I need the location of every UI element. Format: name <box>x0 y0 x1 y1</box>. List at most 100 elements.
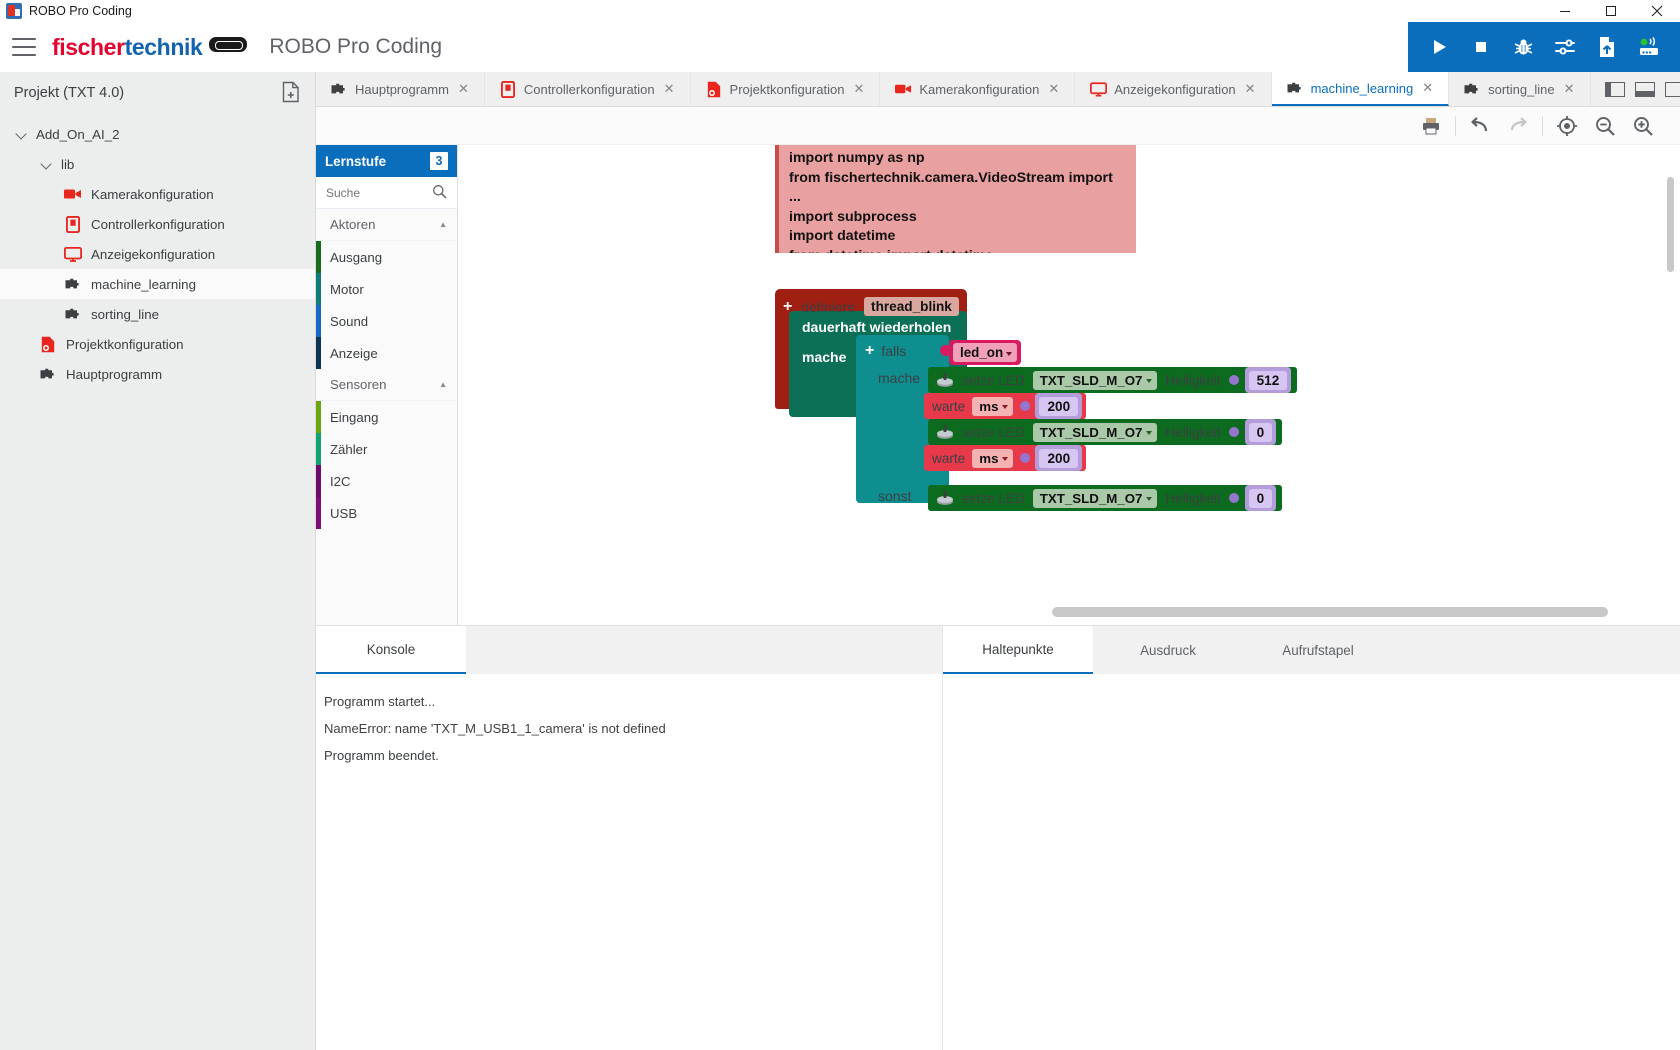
chevron-down-icon[interactable] <box>14 126 30 142</box>
menu-hamburger-icon[interactable] <box>12 38 36 56</box>
tree-item-projektkonfiguration[interactable]: Projektkonfiguration <box>0 329 315 359</box>
zoom-in-button[interactable] <box>1624 111 1662 141</box>
set-led-block[interactable]: setze LED TXT_SLD_M_O7 Helligkeit 512 <box>928 367 1298 393</box>
tab-haltepunkte[interactable]: Haltepunkte <box>943 626 1093 674</box>
toolbox-item-motor[interactable]: Motor <box>316 273 457 305</box>
wait-block[interactable]: warte ms 200 <box>924 393 1087 419</box>
tree-item-kamerakonfiguration[interactable]: Kamerakonfiguration <box>0 179 315 209</box>
wait-value-field[interactable]: 200 <box>1039 448 1079 468</box>
upload-file-button[interactable] <box>1594 34 1620 60</box>
print-button[interactable] <box>1412 111 1450 141</box>
brightness-value-field[interactable]: 512 <box>1248 370 1288 390</box>
close-icon[interactable]: ✕ <box>1422 80 1433 96</box>
number-block[interactable]: 200 <box>1035 393 1083 419</box>
add-parameter-icon[interactable]: + <box>783 298 792 316</box>
led-port-dropdown[interactable]: TXT_SLD_M_O7 <box>1032 370 1158 390</box>
set-led-block[interactable]: setze LED TXT_SLD_M_O7 Helligkeit 0 <box>928 419 1283 445</box>
toolbox-item-z-hler[interactable]: Zähler <box>316 433 457 465</box>
workspace-horizontal-scrollbar[interactable] <box>1052 607 1608 617</box>
settings-sliders-button[interactable] <box>1552 34 1578 60</box>
number-block[interactable]: 0 <box>1244 419 1277 445</box>
close-icon[interactable]: ✕ <box>664 81 675 97</box>
toolbox-item-eingang[interactable]: Eingang <box>316 401 457 433</box>
toolbox-item-sound[interactable]: Sound <box>316 305 457 337</box>
toolbox-search-row[interactable] <box>316 177 457 209</box>
tab-anzeigekonfiguration[interactable]: Anzeigekonfiguration ✕ <box>1075 72 1272 106</box>
tree-item-machine-learning[interactable]: machine_learning <box>0 269 315 299</box>
number-block[interactable]: 0 <box>1244 485 1277 511</box>
brightness-value-field[interactable]: 0 <box>1248 488 1273 508</box>
search-input[interactable] <box>326 185 422 200</box>
layout-left-panel-button[interactable] <box>1604 81 1625 97</box>
led-port-dropdown[interactable]: TXT_SLD_M_O7 <box>1032 422 1158 442</box>
zoom-out-button[interactable] <box>1586 111 1624 141</box>
toolbox-item-usb[interactable]: USB <box>316 497 457 529</box>
tree-item-sorting-line[interactable]: sorting_line <box>0 299 315 329</box>
toolbox-item-ausgang[interactable]: Ausgang <box>316 241 457 273</box>
tab-projektkonfiguration[interactable]: Projektkonfiguration ✕ <box>690 72 881 106</box>
led-port-dropdown[interactable]: TXT_SLD_M_O7 <box>1032 488 1158 508</box>
tab-hauptprogramm[interactable]: Hauptprogramm ✕ <box>316 72 485 106</box>
close-icon[interactable]: ✕ <box>1245 81 1256 97</box>
tab-machine-learning[interactable]: machine_learning ✕ <box>1271 72 1450 106</box>
run-button[interactable] <box>1426 34 1452 60</box>
tab-controllerkonfiguration[interactable]: Controllerkonfiguration ✕ <box>484 72 691 106</box>
controller-connection-button[interactable] <box>1636 34 1662 60</box>
add-else-icon[interactable]: + <box>865 342 874 360</box>
layout-full-button[interactable] <box>1664 81 1680 97</box>
toolbox-group-sensoren[interactable]: Sensoren ▲ <box>316 369 457 401</box>
tree-item-lib[interactable]: lib <box>0 149 315 179</box>
tree-item-controllerkonfiguration[interactable]: Controllerkonfiguration <box>0 209 315 239</box>
learning-level-header[interactable]: Lernstufe 3 <box>316 145 457 177</box>
center-blocks-button[interactable] <box>1548 111 1586 141</box>
wait-block[interactable]: warte ms 200 <box>924 445 1087 471</box>
console-log-line: Programm beendet. <box>324 748 439 763</box>
new-file-button[interactable] <box>281 81 301 106</box>
tab-sorting-line[interactable]: sorting_line ✕ <box>1449 72 1591 106</box>
minimize-button[interactable] <box>1542 0 1588 22</box>
tree-item-hauptprogramm[interactable]: Hauptprogramm <box>0 359 315 389</box>
tab-konsole[interactable]: Konsole <box>316 626 466 674</box>
debug-button[interactable] <box>1510 34 1536 60</box>
python-code-block[interactable]: import numpy as np from fischertechnik.ca… <box>775 145 1136 253</box>
brightness-value-field[interactable]: 0 <box>1248 422 1273 442</box>
blockly-canvas[interactable]: Lernstufe 3 Aktoren ▲ Ausgang Motor Sound Anz… <box>316 145 1680 625</box>
tab-aufrufstapel[interactable]: Aufrufstapel <box>1243 626 1393 674</box>
stop-button[interactable] <box>1468 34 1494 60</box>
code-line: from fischertechnik.camera.VideoStream i… <box>789 169 1113 206</box>
tab-ausdruck[interactable]: Ausdruck <box>1093 626 1243 674</box>
tab-label: Projektkonfiguration <box>729 81 845 97</box>
undo-button[interactable] <box>1461 111 1499 141</box>
toolbox-group-aktoren[interactable]: Aktoren ▲ <box>316 209 457 241</box>
close-icon[interactable]: ✕ <box>853 81 864 97</box>
variable-dropdown[interactable]: led_on <box>953 343 1018 362</box>
wait-unit-dropdown[interactable]: ms <box>972 448 1014 468</box>
close-button[interactable] <box>1634 0 1680 22</box>
wait-value-field[interactable]: 200 <box>1039 396 1079 416</box>
condition-variable-block[interactable]: led_on <box>949 340 1022 365</box>
close-icon[interactable]: ✕ <box>458 81 469 97</box>
workspace-vertical-scrollbar[interactable] <box>1667 177 1674 272</box>
toolbox-item-i2c[interactable]: I2C <box>316 465 457 497</box>
tree-item-add-on-ai-2[interactable]: Add_On_AI_2 <box>0 119 315 149</box>
search-icon[interactable] <box>432 184 447 202</box>
toolbox-item-anzeige[interactable]: Anzeige <box>316 337 457 369</box>
set-led-block[interactable]: setze LED TXT_SLD_M_O7 Helligkeit 0 <box>928 485 1283 511</box>
maximize-button[interactable] <box>1588 0 1634 22</box>
chevron-up-icon[interactable]: ▲ <box>439 380 447 389</box>
chevron-up-icon[interactable]: ▲ <box>439 220 447 229</box>
layout-bottom-panel-button[interactable] <box>1634 81 1655 97</box>
close-icon[interactable]: ✕ <box>1564 81 1575 97</box>
number-block[interactable]: 200 <box>1035 445 1083 471</box>
close-icon[interactable]: ✕ <box>1048 81 1059 97</box>
tree-item-anzeigekonfiguration[interactable]: Anzeigekonfiguration <box>0 239 315 269</box>
redo-button[interactable] <box>1499 111 1537 141</box>
tab-kamerakonfiguration[interactable]: Kamerakonfiguration ✕ <box>880 72 1076 106</box>
blockly-workspace[interactable]: import numpy as np from fischertechnik.ca… <box>316 145 1680 625</box>
procedure-name-field[interactable]: thread_blink <box>864 297 959 316</box>
chevron-down-icon[interactable] <box>39 156 55 172</box>
console-left: Konsole Programm startet... NameError: na… <box>316 626 943 1050</box>
set-led-label: setze LED <box>962 490 1025 506</box>
wait-unit-dropdown[interactable]: ms <box>972 396 1014 416</box>
number-block[interactable]: 512 <box>1244 367 1292 393</box>
